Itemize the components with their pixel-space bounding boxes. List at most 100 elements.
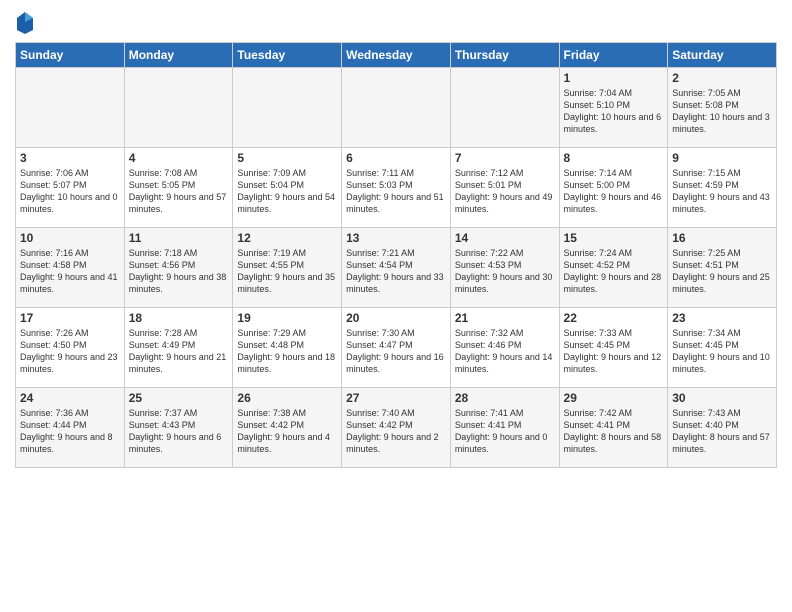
weekday-header-thursday: Thursday [450,43,559,68]
day-number: 29 [564,391,664,405]
day-number: 3 [20,151,120,165]
day-cell: 28 Sunrise: 7:41 AM Sunset: 4:41 PM Dayli… [450,388,559,468]
day-cell: 17 Sunrise: 7:26 AM Sunset: 4:50 PM Dayli… [16,308,125,388]
day-number: 21 [455,311,555,325]
day-cell: 7 Sunrise: 7:12 AM Sunset: 5:01 PM Daylig… [450,148,559,228]
day-cell [124,68,233,148]
day-number: 16 [672,231,772,245]
day-cell: 19 Sunrise: 7:29 AM Sunset: 4:48 PM Dayli… [233,308,342,388]
day-number: 22 [564,311,664,325]
day-number: 23 [672,311,772,325]
day-info: Sunrise: 7:11 AM Sunset: 5:03 PM Dayligh… [346,167,446,216]
day-number: 15 [564,231,664,245]
logo [15,10,39,34]
day-info: Sunrise: 7:28 AM Sunset: 4:49 PM Dayligh… [129,327,229,376]
day-info: Sunrise: 7:29 AM Sunset: 4:48 PM Dayligh… [237,327,337,376]
day-cell: 20Sunrise: 7:30 AM Sunset: 4:47 PM Dayli… [342,308,451,388]
logo-icon [15,10,35,34]
day-number: 28 [455,391,555,405]
day-number: 4 [129,151,229,165]
day-number: 6 [346,151,446,165]
day-info: Sunrise: 7:08 AM Sunset: 5:05 PM Dayligh… [129,167,229,216]
day-cell: 12 Sunrise: 7:19 AM Sunset: 4:55 PM Dayli… [233,228,342,308]
day-info: Sunrise: 7:26 AM Sunset: 4:50 PM Dayligh… [20,327,120,376]
day-number: 30 [672,391,772,405]
day-cell: 16 Sunrise: 7:25 AM Sunset: 4:51 PM Dayli… [668,228,777,308]
day-cell: 13 Sunrise: 7:21 AM Sunset: 4:54 PM Dayli… [342,228,451,308]
day-info: Sunrise: 7:25 AM Sunset: 4:51 PM Dayligh… [672,247,772,296]
day-cell: 15Sunrise: 7:24 AM Sunset: 4:52 PM Dayli… [559,228,668,308]
day-cell [450,68,559,148]
day-info: Sunrise: 7:40 AM Sunset: 4:42 PM Dayligh… [346,407,446,456]
page-header [15,10,777,34]
day-cell: 9 Sunrise: 7:15 AM Sunset: 4:59 PM Daylig… [668,148,777,228]
weekday-header-sunday: Sunday [16,43,125,68]
day-info: Sunrise: 7:12 AM Sunset: 5:01 PM Dayligh… [455,167,555,216]
day-cell: 25Sunrise: 7:37 AM Sunset: 4:43 PM Dayli… [124,388,233,468]
day-info: Sunrise: 7:38 AM Sunset: 4:42 PM Dayligh… [237,407,337,456]
day-cell: 30 Sunrise: 7:43 AM Sunset: 4:40 PM Dayli… [668,388,777,468]
day-cell: 27 Sunrise: 7:40 AM Sunset: 4:42 PM Dayli… [342,388,451,468]
weekday-header-row: SundayMondayTuesdayWednesdayThursdayFrid… [16,43,777,68]
weekday-header-friday: Friday [559,43,668,68]
day-number: 19 [237,311,337,325]
day-number: 12 [237,231,337,245]
day-info: Sunrise: 7:21 AM Sunset: 4:54 PM Dayligh… [346,247,446,296]
day-number: 13 [346,231,446,245]
day-number: 10 [20,231,120,245]
day-info: Sunrise: 7:34 AM Sunset: 4:45 PM Dayligh… [672,327,772,376]
day-cell: 29 Sunrise: 7:42 AM Sunset: 4:41 PM Dayli… [559,388,668,468]
calendar: SundayMondayTuesdayWednesdayThursdayFrid… [15,42,777,468]
day-info: Sunrise: 7:16 AM Sunset: 4:58 PM Dayligh… [20,247,120,296]
day-cell: 14 Sunrise: 7:22 AM Sunset: 4:53 PM Dayli… [450,228,559,308]
day-cell: 8Sunrise: 7:14 AM Sunset: 5:00 PM Daylig… [559,148,668,228]
day-number: 9 [672,151,772,165]
day-number: 17 [20,311,120,325]
weekday-header-wednesday: Wednesday [342,43,451,68]
weekday-header-tuesday: Tuesday [233,43,342,68]
day-cell: 21 Sunrise: 7:32 AM Sunset: 4:46 PM Dayli… [450,308,559,388]
day-number: 7 [455,151,555,165]
day-info: Sunrise: 7:33 AM Sunset: 4:45 PM Dayligh… [564,327,664,376]
day-info: Sunrise: 7:09 AM Sunset: 5:04 PM Dayligh… [237,167,337,216]
day-cell: 4 Sunrise: 7:08 AM Sunset: 5:05 PM Daylig… [124,148,233,228]
day-number: 1 [564,71,664,85]
day-cell: 2 Sunrise: 7:05 AM Sunset: 5:08 PM Daylig… [668,68,777,148]
day-info: Sunrise: 7:14 AM Sunset: 5:00 PM Dayligh… [564,167,664,216]
day-info: Sunrise: 7:36 AM Sunset: 4:44 PM Dayligh… [20,407,120,456]
day-cell: 26 Sunrise: 7:38 AM Sunset: 4:42 PM Dayli… [233,388,342,468]
day-info: Sunrise: 7:04 AM Sunset: 5:10 PM Dayligh… [564,87,664,136]
day-number: 5 [237,151,337,165]
week-row-1: 1 Sunrise: 7:04 AM Sunset: 5:10 PM Daylig… [16,68,777,148]
day-cell: 22 Sunrise: 7:33 AM Sunset: 4:45 PM Dayli… [559,308,668,388]
day-number: 14 [455,231,555,245]
day-cell: 10 Sunrise: 7:16 AM Sunset: 4:58 PM Dayli… [16,228,125,308]
day-cell [233,68,342,148]
day-number: 25 [129,391,229,405]
day-info: Sunrise: 7:19 AM Sunset: 4:55 PM Dayligh… [237,247,337,296]
day-info: Sunrise: 7:41 AM Sunset: 4:41 PM Dayligh… [455,407,555,456]
day-number: 26 [237,391,337,405]
day-cell: 1 Sunrise: 7:04 AM Sunset: 5:10 PM Daylig… [559,68,668,148]
day-cell: 24Sunrise: 7:36 AM Sunset: 4:44 PM Dayli… [16,388,125,468]
weekday-header-monday: Monday [124,43,233,68]
day-info: Sunrise: 7:15 AM Sunset: 4:59 PM Dayligh… [672,167,772,216]
weekday-header-saturday: Saturday [668,43,777,68]
day-info: Sunrise: 7:32 AM Sunset: 4:46 PM Dayligh… [455,327,555,376]
day-number: 11 [129,231,229,245]
day-cell: 3 Sunrise: 7:06 AM Sunset: 5:07 PM Daylig… [16,148,125,228]
week-row-3: 10 Sunrise: 7:16 AM Sunset: 4:58 PM Dayli… [16,228,777,308]
day-info: Sunrise: 7:43 AM Sunset: 4:40 PM Dayligh… [672,407,772,456]
week-row-5: 24Sunrise: 7:36 AM Sunset: 4:44 PM Dayli… [16,388,777,468]
day-cell: 6 Sunrise: 7:11 AM Sunset: 5:03 PM Daylig… [342,148,451,228]
day-cell [342,68,451,148]
day-info: Sunrise: 7:22 AM Sunset: 4:53 PM Dayligh… [455,247,555,296]
day-number: 18 [129,311,229,325]
day-info: Sunrise: 7:06 AM Sunset: 5:07 PM Dayligh… [20,167,120,216]
day-info: Sunrise: 7:18 AM Sunset: 4:56 PM Dayligh… [129,247,229,296]
day-info: Sunrise: 7:42 AM Sunset: 4:41 PM Dayligh… [564,407,664,456]
day-info: Sunrise: 7:05 AM Sunset: 5:08 PM Dayligh… [672,87,772,136]
day-number: 27 [346,391,446,405]
day-number: 2 [672,71,772,85]
day-cell: 23 Sunrise: 7:34 AM Sunset: 4:45 PM Dayli… [668,308,777,388]
